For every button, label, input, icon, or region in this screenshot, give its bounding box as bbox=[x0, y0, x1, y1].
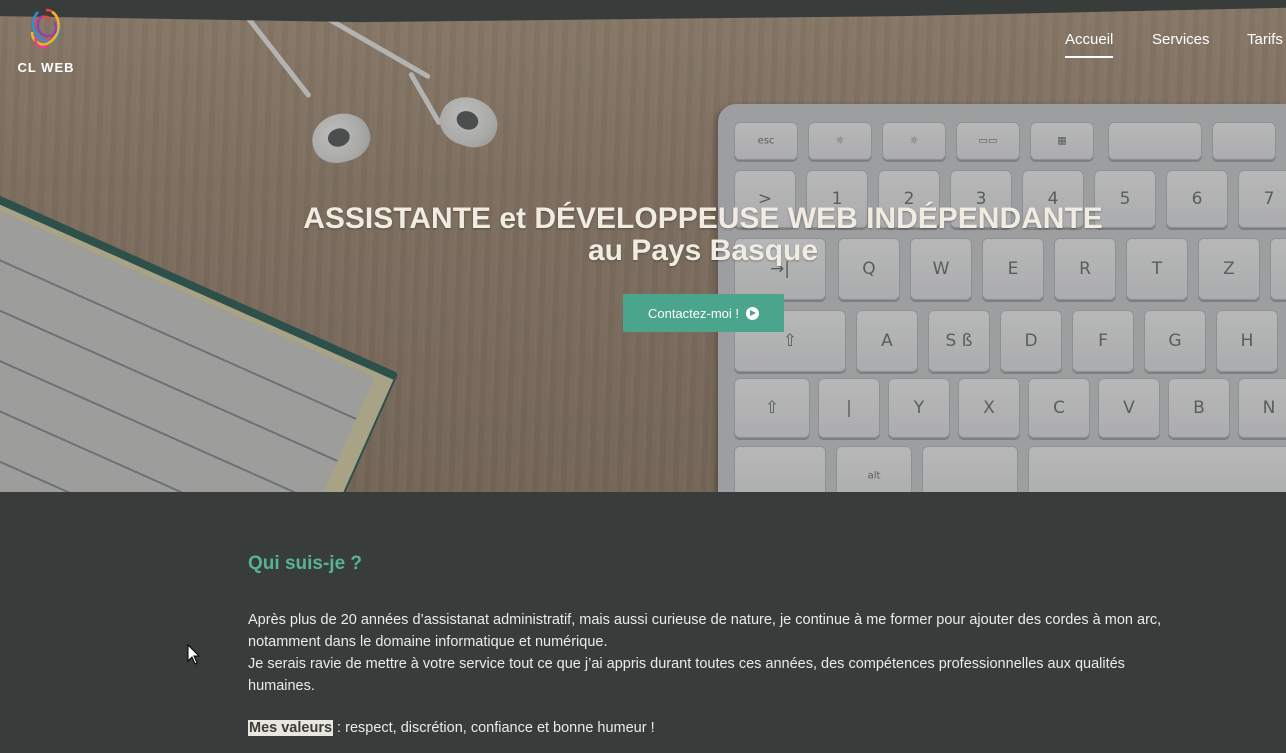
logo-text: CL WEB bbox=[17, 60, 75, 75]
about-paragraph-2: Je serais ravie de mettre à votre servic… bbox=[248, 656, 1125, 694]
about-text: Après plus de 20 années d’assistanat adm… bbox=[248, 609, 1178, 697]
about-heading: Qui suis-je ? bbox=[248, 553, 363, 574]
contact-button[interactable]: Contactez-moi ! bbox=[623, 294, 784, 332]
values-line: Mes valeurs : respect, discrétion, confi… bbox=[248, 717, 655, 739]
contact-button-label: Contactez-moi ! bbox=[647, 305, 740, 321]
hero-title-line2: au Pays Basque bbox=[587, 234, 819, 267]
arrow-circle-right-icon bbox=[746, 306, 760, 320]
swirl-logo-icon bbox=[30, 8, 61, 49]
hero-title-line1: ASSISTANTE et DÉVELOPPEUSE WEB INDÉPENDA… bbox=[303, 202, 1103, 235]
site-logo[interactable]: CL WEB bbox=[14, 2, 78, 78]
about-paragraph-1: Après plus de 20 années d’assistanat adm… bbox=[248, 612, 1162, 650]
nav-item-accueil[interactable]: Accueil bbox=[1065, 31, 1114, 58]
nav-item-tarifs[interactable]: Tarifs bbox=[1247, 31, 1283, 48]
values-label: Mes valeurs bbox=[248, 720, 334, 736]
hero-banner: esc ☼ ☼ ▭▭ ▦ > 1 2 3 4 5 6 7 →| Q W E R … bbox=[0, 0, 1286, 492]
mouse-cursor-icon bbox=[187, 644, 201, 665]
values-text: : respect, discrétion, confiance et bonn… bbox=[333, 720, 655, 736]
nav-item-services[interactable]: Services bbox=[1152, 31, 1210, 48]
